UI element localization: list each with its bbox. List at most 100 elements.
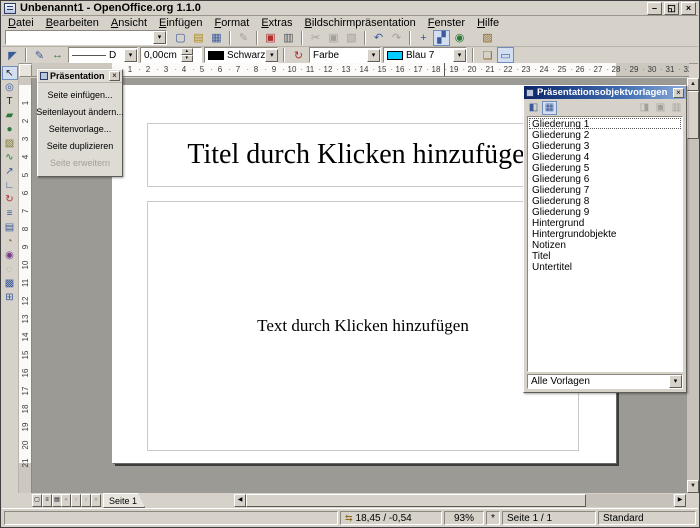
style-list-item[interactable]: Gliederung 9 <box>529 206 681 217</box>
line-attributes-icon[interactable]: ✎ <box>31 47 48 63</box>
style-filter-combobox[interactable]: Alle Vorlagen ▾ <box>527 374 683 389</box>
menu-extras[interactable]: Extras <box>255 17 298 29</box>
rectangle-tool-icon[interactable]: ▰ <box>2 108 18 122</box>
select-tool-icon[interactable]: ↖ <box>2 66 18 80</box>
navigator-icon[interactable]: + <box>415 30 432 46</box>
save-icon[interactable]: ▦ <box>208 30 225 46</box>
horizontal-scrollbar[interactable] <box>246 494 673 507</box>
menu-fenster[interactable]: Fenster <box>422 17 471 29</box>
ellipse-tool-icon[interactable]: ● <box>2 122 18 136</box>
style-list-item[interactable]: Hintergrundobjekte <box>529 228 681 239</box>
line-width-spinner[interactable]: 0,00cm ▴▾ <box>140 47 202 63</box>
next-page-button[interactable]: › <box>81 494 91 507</box>
fill-style-dropdown-button[interactable]: ▾ <box>367 49 380 62</box>
style-list-item[interactable]: Gliederung 4 <box>529 151 681 162</box>
scroll-right-icon[interactable]: ▶ <box>674 494 686 507</box>
status-zoom[interactable]: 93% <box>444 511 484 525</box>
style-list-item[interactable]: Gliederung 7 <box>529 184 681 195</box>
text-tool-icon[interactable]: T <box>2 94 18 108</box>
lines-arrows-tool-icon[interactable]: ↗ <box>2 164 18 178</box>
fill-color-combobox[interactable]: Blau 7 ▾ <box>383 47 467 63</box>
palette-item-seite-duplizieren[interactable]: Seite duplizieren <box>39 138 121 154</box>
zoom-tool-icon[interactable]: ◎ <box>2 80 18 94</box>
paste-icon[interactable]: ▧ <box>343 30 360 46</box>
new-style-icon[interactable]: ▣ <box>653 101 668 115</box>
stylist-icon[interactable]: ▞ <box>433 30 450 46</box>
graphics-styles-icon[interactable]: ◧ <box>526 101 541 115</box>
menu-ansicht[interactable]: Ansicht <box>105 17 153 29</box>
style-list-item[interactable]: Hintergrund <box>529 217 681 228</box>
interaction-tool-icon[interactable]: ◉ <box>2 248 18 262</box>
drawing-view-button[interactable]: ▢ <box>32 494 42 507</box>
horizontal-ruler[interactable]: 1234567891011121314151617181920212223242… <box>32 63 689 77</box>
edit-points-icon[interactable]: ◤ <box>4 47 21 63</box>
status-page[interactable]: Seite 1 / 1 <box>502 511 596 525</box>
style-list-item[interactable]: Notizen <box>529 239 681 250</box>
cut-icon[interactable]: ✂ <box>307 30 324 46</box>
3d-objects-tool-icon[interactable]: ▧ <box>2 136 18 150</box>
vertical-scrollbar[interactable]: ▲ ▼ <box>687 78 699 493</box>
status-position[interactable]: ⇆18,45 / -0,54 <box>340 511 442 525</box>
title-placeholder[interactable]: Titel durch Klicken hinzufügen <box>147 123 579 187</box>
line-color-combobox[interactable]: Schwarz ▾ <box>204 47 278 63</box>
text-placeholder[interactable]: Text durch Klicken hinzufügen <box>147 201 579 451</box>
first-page-button[interactable]: « <box>61 494 71 507</box>
style-list-item[interactable]: Untertitel <box>529 261 681 272</box>
effects-tool-icon[interactable]: ◔ <box>2 234 18 248</box>
export-pdf-icon[interactable]: ▣ <box>262 30 279 46</box>
style-filter-dropdown-button[interactable]: ▾ <box>669 375 682 388</box>
forms-tool-icon[interactable]: ⊞ <box>2 290 18 304</box>
outline-view-button[interactable]: ≡ <box>42 494 52 507</box>
palette-item-seite-erweitern[interactable]: Seite erweitern <box>39 155 121 171</box>
style-list-item[interactable]: Gliederung 8 <box>529 195 681 206</box>
palette-item-seite-einfuegen[interactable]: Seite einfügen... <box>39 87 121 103</box>
style-list-item[interactable]: Gliederung 2 <box>529 129 681 140</box>
arrange-tool-icon[interactable]: ▤ <box>2 220 18 234</box>
status-template[interactable]: Standard <box>598 511 696 525</box>
spin-up-button[interactable]: ▴ <box>181 48 193 55</box>
title-bar[interactable]: Unbenannt1 - OpenOffice.org 1.1.0 –◱× <box>2 1 698 16</box>
menu-bildschirmpraesentation[interactable]: Bildschirmpräsentation <box>299 17 422 29</box>
vertical-scrollbar-thumb[interactable] <box>687 91 699 139</box>
hyperlink-icon[interactable]: ◉ <box>451 30 468 46</box>
fill-style-combobox[interactable]: Farbe ▾ <box>309 47 381 63</box>
imagemap-tool-icon[interactable]: ▩ <box>2 276 18 290</box>
line-style-combobox[interactable]: D ▾ <box>68 47 138 63</box>
edit-file-icon[interactable]: ✎ <box>235 30 252 46</box>
menu-hilfe[interactable]: Hilfe <box>471 17 505 29</box>
new-document-icon[interactable]: ▢ <box>172 30 189 46</box>
fill-color-dropdown-button[interactable]: ▾ <box>453 49 466 62</box>
shadow-icon[interactable]: ❏ <box>479 47 496 63</box>
update-style-icon[interactable]: ▥ <box>669 101 684 115</box>
copy-icon[interactable]: ▣ <box>325 30 342 46</box>
url-dropdown-button[interactable]: ▾ <box>153 31 166 44</box>
stylist-close-icon[interactable]: × <box>673 88 684 98</box>
curve-tool-icon[interactable]: ∿ <box>2 150 18 164</box>
url-combobox[interactable]: ▾ <box>5 30 167 45</box>
arrow-ends-icon[interactable]: ↔ <box>49 47 66 63</box>
open-icon[interactable]: ▤ <box>190 30 207 46</box>
connector-tool-icon[interactable]: ∟ <box>2 178 18 192</box>
line-style-dropdown-button[interactable]: ▾ <box>124 49 137 62</box>
presentation-styles-icon[interactable]: ▦ <box>542 101 557 115</box>
menu-bearbeiten[interactable]: Bearbeiten <box>40 17 105 29</box>
scroll-left-icon[interactable]: ◀ <box>234 494 246 507</box>
maximize-button[interactable]: ◱ <box>664 2 679 15</box>
style-list-item[interactable]: Gliederung 3 <box>529 140 681 151</box>
style-list-item[interactable]: Gliederung 6 <box>529 173 681 184</box>
rotate-tool-icon[interactable]: ↻ <box>2 192 18 206</box>
style-list-item[interactable]: Gliederung 5 <box>529 162 681 173</box>
style-list-item[interactable]: Titel <box>529 250 681 261</box>
vertical-ruler[interactable]: 123456789101112131415161718192021 <box>19 78 32 493</box>
last-page-button[interactable]: » <box>91 494 101 507</box>
rotate-mode-icon[interactable]: ↻ <box>290 47 307 63</box>
palette-item-seitenlayout-aendern[interactable]: Seitenlayout ändern... <box>39 104 121 120</box>
menu-einfuegen[interactable]: Einfügen <box>153 17 208 29</box>
previous-page-button[interactable]: ‹ <box>71 494 81 507</box>
style-list-item[interactable]: Gliederung 1 <box>529 118 681 129</box>
spin-down-button[interactable]: ▾ <box>181 55 193 62</box>
presentation-palette-titlebar[interactable]: Präsentation × <box>38 70 122 83</box>
close-button[interactable]: × <box>681 2 696 15</box>
ruler-corner[interactable] <box>19 64 32 77</box>
minimize-button[interactable]: – <box>647 2 662 15</box>
